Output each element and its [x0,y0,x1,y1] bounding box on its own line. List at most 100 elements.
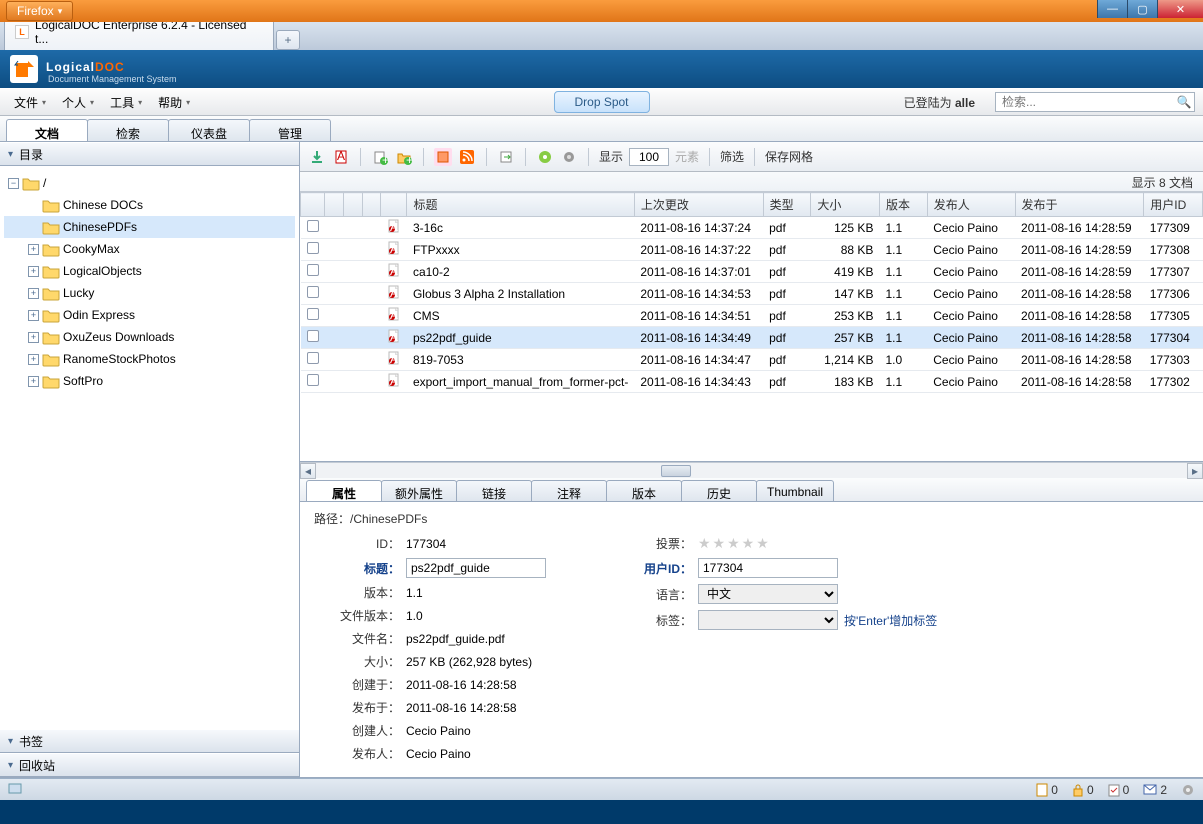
tab-admin[interactable]: 管理 [249,119,331,141]
row-checkbox[interactable] [307,374,319,386]
row-checkbox[interactable] [307,220,319,232]
status-clipboard[interactable]: 0 [1036,783,1058,797]
acc-directory[interactable]: ▾目录 [0,142,299,166]
detail-tab-versions[interactable]: 版本 [606,480,682,501]
table-row[interactable]: Aca10-22011-08-16 14:37:01pdf419 KB1.1Ce… [301,261,1203,283]
rss-icon[interactable] [458,148,476,166]
tree-folder[interactable]: Chinese DOCs [4,194,295,216]
search-input[interactable] [996,95,1174,109]
close-button[interactable]: ✕ [1157,0,1203,18]
tab-documents[interactable]: 文档 [6,119,88,141]
row-checkbox[interactable] [307,330,319,342]
tree-folder[interactable]: +LogicalObjects [4,260,295,282]
detail-tab-props[interactable]: 属性 [306,480,382,501]
column-header[interactable]: 用户ID [1144,193,1203,217]
table-row[interactable]: Aps22pdf_guide2011-08-16 14:34:49pdf257 … [301,327,1203,349]
status-gear-icon[interactable] [1181,783,1195,797]
expand-icon[interactable]: + [28,332,39,343]
add-tag-hint[interactable]: 按'Enter'增加标签 [844,612,937,629]
prop-tag-select[interactable] [698,610,838,630]
acc-bookmarks[interactable]: ▾书签 [0,729,299,753]
prop-title-input[interactable] [406,558,546,578]
column-header[interactable] [325,193,344,217]
column-header[interactable] [362,193,381,217]
table-row[interactable]: AFTPxxxx2011-08-16 14:37:22pdf88 KB1.1Ce… [301,239,1203,261]
expand-icon[interactable]: + [28,266,39,277]
column-header[interactable] [381,193,407,217]
expand-icon[interactable]: + [28,354,39,365]
tree-folder[interactable]: +Odin Express [4,304,295,326]
minimize-button[interactable]: — [1097,0,1127,18]
detail-tab-thumbnail[interactable]: Thumbnail [756,480,834,501]
tree-root[interactable]: −/ [4,172,295,194]
expand-icon[interactable]: + [28,376,39,387]
tab-search[interactable]: 检索 [87,119,169,141]
pdf-icon[interactable]: A [332,148,350,166]
detail-tab-links[interactable]: 链接 [456,480,532,501]
filter-button[interactable]: 筛选 [720,148,744,165]
row-checkbox[interactable] [307,242,319,254]
add-folder-icon[interactable]: + [395,148,413,166]
table-row[interactable]: ACMS2011-08-16 14:34:51pdf253 KB1.1Cecio… [301,305,1203,327]
tab-dashboard[interactable]: 仪表盘 [168,119,250,141]
row-checkbox[interactable] [307,286,319,298]
export-icon[interactable] [497,148,515,166]
firefox-button[interactable]: Firefox [6,1,73,21]
prop-lang-select[interactable]: 中文 [698,584,838,604]
tree-folder[interactable]: +SoftPro [4,370,295,392]
table-row[interactable]: AGlobus 3 Alpha 2 Installation2011-08-16… [301,283,1203,305]
row-checkbox[interactable] [307,352,319,364]
download-icon[interactable] [308,148,326,166]
column-header[interactable] [301,193,325,217]
search-icon[interactable]: 🔍 [1174,95,1194,109]
collapse-icon[interactable]: − [8,178,19,189]
tree-folder[interactable]: +CookyMax [4,238,295,260]
column-header[interactable]: 类型 [763,193,811,217]
tree-folder[interactable]: +Lucky [4,282,295,304]
cut-icon[interactable] [434,148,452,166]
status-locked[interactable]: 0 [1072,783,1094,797]
menu-help[interactable]: 帮助 [152,91,196,114]
column-header[interactable]: 版本 [879,193,927,217]
table-row[interactable]: A819-70532011-08-16 14:34:47pdf1,214 KB1… [301,349,1203,371]
column-header[interactable]: 上次更改 [634,193,763,217]
row-checkbox[interactable] [307,308,319,320]
menu-file[interactable]: 文件 [8,91,52,114]
status-checkedout[interactable]: 0 [1108,783,1130,797]
prop-userid-input[interactable] [698,558,838,578]
tree-folder[interactable]: ChinesePDFs [4,216,295,238]
column-header[interactable] [343,193,362,217]
page-size-input[interactable] [629,148,669,166]
column-header[interactable]: 发布人 [927,193,1015,217]
tree-folder[interactable]: +RanomeStockPhotos [4,348,295,370]
menu-tools[interactable]: 工具 [104,91,148,114]
settings-icon[interactable] [560,148,578,166]
column-header[interactable]: 标题 [407,193,634,217]
scroll-thumb[interactable] [661,465,691,477]
detail-tab-history[interactable]: 历史 [681,480,757,501]
column-header[interactable]: 发布于 [1015,193,1144,217]
drop-spot[interactable]: Drop Spot [553,91,649,113]
expand-icon[interactable]: + [28,310,39,321]
scroll-left-icon[interactable]: ◂ [300,463,316,479]
table-row[interactable]: A3-16c2011-08-16 14:37:24pdf125 KB1.1Cec… [301,217,1203,239]
detail-tab-ext[interactable]: 额外属性 [381,480,457,501]
rating-stars[interactable]: ★★★★★ [698,535,771,552]
tree-folder[interactable]: +OxuZeus Downloads [4,326,295,348]
horizontal-scrollbar[interactable]: ◂ ▸ [300,462,1203,478]
office-icon[interactable] [536,148,554,166]
detail-tab-notes[interactable]: 注释 [531,480,607,501]
new-tab-button[interactable]: + [276,30,300,50]
menu-personal[interactable]: 个人 [56,91,100,114]
maximize-button[interactable]: ▢ [1127,0,1157,18]
column-header[interactable]: 大小 [811,193,880,217]
add-document-icon[interactable]: + [371,148,389,166]
acc-trash[interactable]: ▾回收站 [0,753,299,777]
row-checkbox[interactable] [307,264,319,276]
expand-icon[interactable]: + [28,244,39,255]
scroll-right-icon[interactable]: ▸ [1187,463,1203,479]
save-grid-button[interactable]: 保存网格 [765,148,813,165]
table-row[interactable]: Aexport_import_manual_from_former-pct-20… [301,371,1203,393]
expand-icon[interactable]: + [28,288,39,299]
status-messages[interactable]: 2 [1143,783,1167,797]
